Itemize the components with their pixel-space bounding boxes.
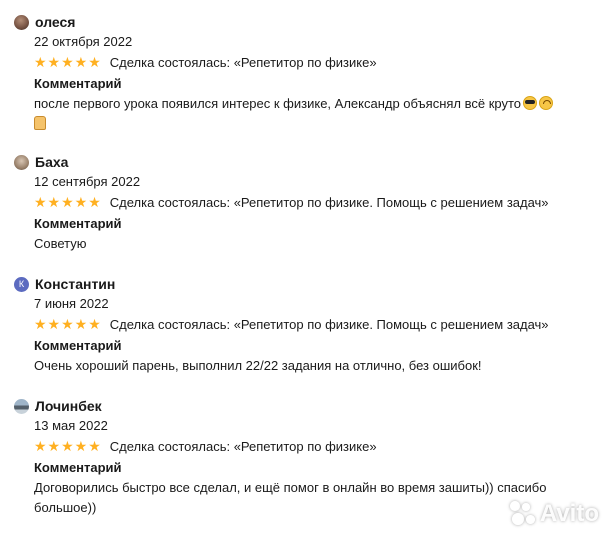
deal-text: Сделка состоялась: «Репетитор по физике» bbox=[109, 438, 377, 454]
thumbs-up-emoji-icon bbox=[34, 116, 46, 130]
avito-logo-icon bbox=[509, 501, 536, 527]
comment-label: Комментарий bbox=[34, 338, 122, 353]
review-date: 7 июня 2022 bbox=[34, 296, 109, 311]
avatar[interactable] bbox=[14, 154, 29, 170]
comment-label: Комментарий bbox=[34, 216, 122, 231]
avatar[interactable] bbox=[14, 14, 29, 30]
comment-label: Комментарий bbox=[34, 460, 122, 475]
rating-stars: ★★★★★ bbox=[34, 54, 102, 70]
comment-body: после первого урока появился интерес к ф… bbox=[34, 96, 522, 111]
reviewer-name[interactable]: Константин bbox=[35, 276, 115, 292]
upside-down-face-emoji-icon bbox=[539, 96, 554, 110]
comment-label: Комментарий bbox=[34, 76, 122, 91]
review-date: 22 октября 2022 bbox=[34, 34, 133, 49]
sunglasses-emoji-icon bbox=[523, 96, 538, 110]
review-date: 13 мая 2022 bbox=[34, 418, 108, 433]
comment-text: Советую bbox=[34, 236, 87, 251]
review-item: Баха 12 сентября 2022 ★★★★★ Сделка состо… bbox=[14, 152, 599, 254]
rating-stars: ★★★★★ bbox=[34, 194, 102, 210]
avito-watermark: Avito bbox=[509, 500, 599, 528]
review-item: олеся 22 октября 2022 ★★★★★ Сделка состо… bbox=[14, 12, 599, 136]
deal-text: Сделка состоялась: «Репетитор по физике.… bbox=[109, 316, 549, 332]
rating-stars: ★★★★★ bbox=[34, 438, 102, 454]
reviewer-name[interactable]: олеся bbox=[35, 14, 75, 30]
review-date: 12 сентября 2022 bbox=[34, 174, 141, 189]
review-item: К Константин 7 июня 2022 ★★★★★ Сделка со… bbox=[14, 274, 599, 376]
comment-text: после первого урока появился интерес к ф… bbox=[14, 94, 599, 136]
watermark-text: Avito bbox=[539, 500, 599, 527]
avatar[interactable] bbox=[14, 398, 29, 414]
reviewer-name[interactable]: Баха bbox=[35, 154, 68, 170]
deal-text: Сделка состоялась: «Репетитор по физике.… bbox=[109, 194, 549, 210]
rating-stars: ★★★★★ bbox=[34, 316, 102, 332]
reviewer-name[interactable]: Лочинбек bbox=[35, 398, 102, 414]
comment-text: Очень хороший парень, выполнил 22/22 зад… bbox=[34, 358, 482, 373]
avatar[interactable]: К bbox=[14, 276, 29, 292]
deal-text: Сделка состоялась: «Репетитор по физике» bbox=[109, 54, 377, 70]
